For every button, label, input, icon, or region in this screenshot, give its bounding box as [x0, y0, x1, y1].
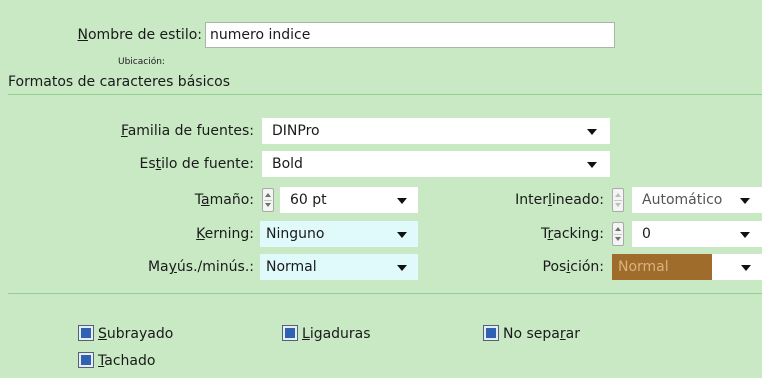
kerning-dropdown[interactable]: Ninguno — [260, 221, 418, 247]
style-name-input[interactable]: numero indice — [205, 22, 615, 48]
section-title: Formatos de caracteres básicos — [8, 74, 231, 90]
kerning-label: Kerning: — [196, 226, 254, 242]
position-dropdown-button[interactable] — [712, 254, 762, 280]
font-family-dropdown[interactable]: DINPro — [262, 118, 610, 144]
checkbox-checked-icon[interactable] — [78, 325, 94, 341]
leading-label: Interlineado: — [515, 192, 604, 208]
leading-spinner[interactable] — [612, 188, 624, 212]
underline-label: Subrayado — [98, 326, 174, 342]
spin-down-icon[interactable] — [615, 237, 621, 241]
ligatures-label: Ligaduras — [302, 326, 371, 342]
checkbox-checked-icon[interactable] — [78, 352, 94, 368]
font-family-label: Familia de fuentes: — [120, 123, 254, 139]
font-style-value: Bold — [272, 156, 303, 172]
chevron-down-icon[interactable] — [587, 162, 597, 168]
kerning-value: Ninguno — [266, 226, 325, 242]
leading-value: Automático — [642, 192, 723, 208]
leading-dropdown[interactable]: Automático — [632, 187, 762, 213]
tracking-dropdown[interactable]: 0 — [632, 221, 762, 247]
tracking-value: 0 — [642, 226, 651, 242]
size-dropdown[interactable]: 60 pt — [280, 187, 418, 213]
chevron-down-icon[interactable] — [741, 265, 751, 271]
no-break-label: No separar — [503, 326, 580, 342]
size-label: Tamaño: — [194, 192, 254, 208]
checkbox-checked-icon[interactable] — [483, 325, 499, 341]
spin-down-icon[interactable] — [615, 203, 621, 207]
character-style-options-panel: Nombre de estilo: numero indice Ubicació… — [0, 0, 762, 378]
checkbox-checked-icon[interactable] — [282, 325, 298, 341]
size-spinner[interactable] — [262, 188, 274, 212]
chevron-down-icon[interactable] — [587, 129, 597, 135]
font-style-label: Estilo de fuente: — [139, 156, 255, 172]
position-dropdown[interactable]: Normal — [612, 254, 712, 280]
section-separator — [8, 94, 762, 95]
case-label: Mayús./minús.: — [147, 259, 254, 275]
chevron-down-icon[interactable] — [397, 265, 407, 271]
location-label: Ubicación: — [118, 57, 165, 67]
tracking-spinner[interactable] — [612, 222, 624, 246]
checkbox-separator — [8, 293, 762, 294]
chevron-down-icon[interactable] — [740, 198, 750, 204]
spin-down-icon[interactable] — [265, 203, 271, 207]
case-value: Normal — [266, 259, 317, 275]
case-dropdown[interactable]: Normal — [260, 254, 418, 280]
spin-up-icon[interactable] — [615, 193, 621, 197]
chevron-down-icon[interactable] — [397, 232, 407, 238]
strikethrough-label: Tachado — [98, 353, 156, 369]
chevron-down-icon[interactable] — [740, 232, 750, 238]
spin-up-icon[interactable] — [615, 227, 621, 231]
tracking-label: Tracking: — [540, 226, 604, 242]
size-value: 60 pt — [290, 192, 327, 208]
position-value: Normal — [618, 259, 669, 275]
position-label: Posición: — [542, 259, 604, 275]
spin-up-icon[interactable] — [265, 193, 271, 197]
style-name-label: Nombre de estilo: — [77, 27, 203, 43]
font-family-value: DINPro — [272, 123, 320, 139]
chevron-down-icon[interactable] — [397, 198, 407, 204]
font-style-dropdown[interactable]: Bold — [262, 151, 610, 177]
